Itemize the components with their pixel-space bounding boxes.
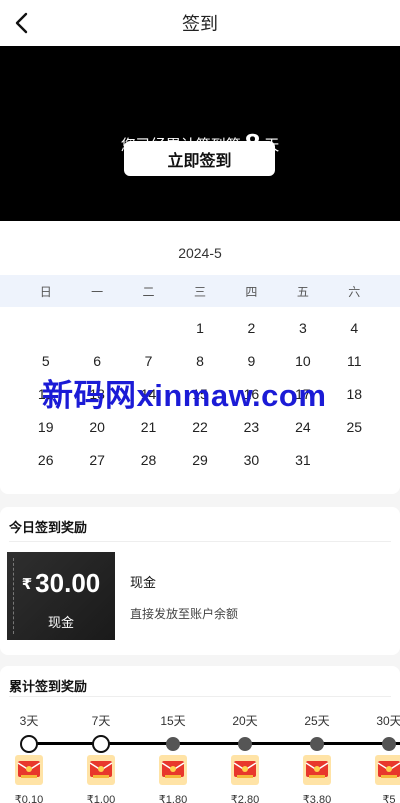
reward-unit: 现金	[47, 615, 74, 630]
milestone-amount-text: ₹3.80	[302, 794, 332, 803]
today-reward-card: 今日签到奖励 ₹30.00 现金 现金 直接发放至账户余额	[0, 507, 400, 655]
calendar-day[interactable]: 25	[329, 410, 380, 443]
calendar-day[interactable]: 27	[71, 443, 122, 476]
milestone-amount-text: ₹0.10	[14, 794, 44, 803]
checkin-button[interactable]: 立即签到	[124, 141, 275, 176]
calendar-day[interactable]: 18	[329, 377, 380, 410]
divider	[9, 541, 391, 542]
today-reward-title: 今日签到奖励	[9, 520, 88, 535]
reward-name: 现金	[130, 575, 157, 590]
calendar-day[interactable]: 26	[20, 443, 71, 476]
red-envelope-icon[interactable]	[15, 755, 43, 785]
calendar-blank	[71, 311, 122, 344]
weekday-label: 三	[193, 284, 206, 299]
milestone-amount-text: ₹1.80	[158, 794, 188, 803]
red-envelope-icon[interactable]	[159, 755, 187, 785]
milestone-amount-text: ₹1.00	[86, 794, 116, 803]
red-envelope-icon[interactable]	[375, 755, 400, 785]
weekday-label: 五	[296, 284, 309, 299]
page-title: 签到	[182, 14, 218, 34]
milestone-label-text: 3天	[19, 714, 39, 728]
progress-track	[29, 742, 400, 745]
red-envelope-icon[interactable]	[231, 755, 259, 785]
reward-value: 30.00	[35, 568, 101, 598]
calendar-day[interactable]: 2	[226, 311, 277, 344]
weekday-header: 日一二三四五六	[0, 275, 400, 307]
calendar-day[interactable]: 28	[123, 443, 174, 476]
milestone-label-text: 30天	[376, 714, 400, 728]
milestone-amount-text: ₹5	[382, 794, 396, 803]
watermark: 新码网xinmaw.com	[42, 378, 327, 413]
calendar-day[interactable]: 31	[277, 443, 328, 476]
calendar-day[interactable]: 4	[329, 311, 380, 344]
calendar-day[interactable]: 29	[174, 443, 225, 476]
milestone-node	[92, 735, 110, 753]
calendar-blank	[20, 311, 71, 344]
weekday-label: 一	[91, 284, 104, 299]
milestone-node	[20, 735, 38, 753]
divider	[9, 696, 391, 697]
calendar-day[interactable]: 1	[174, 311, 225, 344]
weekday-label: 六	[348, 284, 361, 299]
weekday-label: 日	[39, 284, 52, 299]
cumulative-reward-card: 累计签到奖励	[0, 666, 400, 803]
milestone-node	[166, 737, 180, 751]
weekday-label: 二	[142, 284, 155, 299]
milestone-node	[382, 737, 396, 751]
top-bar: 签到	[0, 0, 400, 46]
calendar: 2024-5 日一二三四五六 1 2 3 4 5 6 7 8 9 10 11 12 13 14 15 16 17…	[0, 221, 400, 494]
currency-symbol: ₹	[21, 576, 33, 593]
calendar-day[interactable]: 11	[329, 344, 380, 377]
milestone-label-text: 7天	[91, 714, 111, 728]
calendar-month: 2024-5	[178, 245, 222, 261]
reward-coupon: ₹30.00 现金	[7, 552, 115, 640]
milestone-node	[238, 737, 252, 751]
weekday-label: 四	[245, 284, 258, 299]
milestone-label-text: 15天	[160, 714, 186, 728]
milestone-amount-text: ₹2.80	[230, 794, 260, 803]
red-envelope-icon[interactable]	[303, 755, 331, 785]
back-button[interactable]	[8, 10, 34, 36]
calendar-day[interactable]: 30	[226, 443, 277, 476]
calendar-blank	[123, 311, 174, 344]
milestone-label-text: 20天	[232, 714, 258, 728]
milestone-node	[310, 737, 324, 751]
reward-amount: ₹30.00	[7, 568, 115, 599]
checkin-hero: 您已经累计签到第8天	[0, 46, 400, 221]
calendar-day[interactable]: 3	[277, 311, 328, 344]
milestone-label-text: 25天	[304, 714, 330, 728]
chevron-left-icon	[15, 12, 28, 34]
red-envelope-icon[interactable]	[87, 755, 115, 785]
cumulative-reward-title: 累计签到奖励	[9, 679, 88, 694]
reward-description: 直接发放至账户余额	[130, 607, 239, 621]
